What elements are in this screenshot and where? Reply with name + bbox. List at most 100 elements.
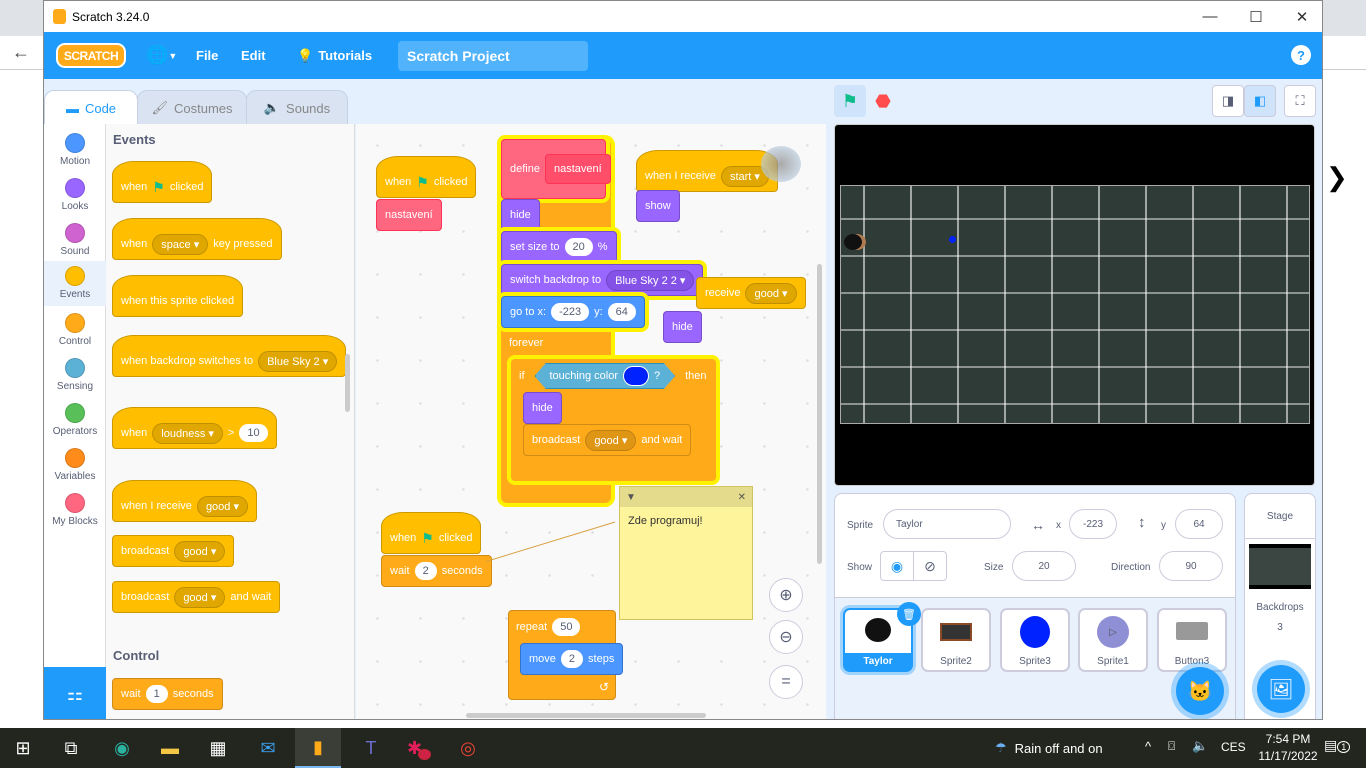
edit-menu[interactable]: Edit [241, 32, 266, 79]
message-dropdown[interactable]: good ▾ [174, 586, 226, 608]
number-input[interactable]: 2 [414, 562, 437, 580]
block-when-backdrop-switches[interactable]: when backdrop switches to Blue Sky 2 ▾ [112, 335, 347, 377]
block-when-i-receive[interactable]: receive good ▾ [696, 277, 806, 309]
category-variables[interactable]: Variables [44, 443, 106, 488]
delete-sprite-button[interactable]: 🗑 [897, 602, 921, 626]
store-icon[interactable]: ▦ [195, 728, 241, 768]
tab-costumes[interactable]: 🖌 Costumes [137, 90, 247, 125]
tab-sounds[interactable]: 🔈 Sounds [246, 90, 348, 125]
add-extension-button[interactable]: ⚏ [44, 667, 106, 719]
maximize-button[interactable]: ☐ [1233, 1, 1279, 32]
tab-code[interactable]: ▬ Code [44, 90, 138, 125]
task-view-icon[interactable]: ⧉ [48, 728, 94, 768]
message-dropdown[interactable]: good ▾ [585, 429, 637, 451]
zoom-in-button[interactable]: ⊕ [769, 578, 803, 612]
sprite-tile-sprite2[interactable]: Sprite2 [921, 608, 991, 672]
stage-canvas[interactable] [834, 124, 1315, 486]
category-motion[interactable]: Motion [44, 128, 106, 173]
block-when-flag-clicked[interactable]: when ⚑ clicked [376, 156, 477, 198]
vertical-scrollbar[interactable] [817, 264, 822, 564]
block-call-nastaveni[interactable]: nastavení [376, 199, 442, 231]
camera-icon[interactable]: ⌼ [1168, 739, 1175, 754]
show-hidden-icons[interactable]: ^ [1145, 739, 1151, 754]
number-input[interactable]: 1 [145, 685, 168, 703]
block-broadcast-and-wait[interactable]: broadcast good ▾ and wait [112, 581, 281, 613]
message-dropdown[interactable]: good ▾ [745, 282, 797, 304]
category-events[interactable]: Events [44, 261, 106, 306]
block-wait[interactable]: wait 2 seconds [381, 555, 492, 587]
edge-icon[interactable]: ◉ [99, 728, 145, 768]
sprite-tile-button3[interactable]: Button3 [1157, 608, 1227, 672]
tutorials-button[interactable]: 💡 Tutorials [297, 32, 372, 79]
block-when-greater-than[interactable]: when loudness ▾ >10 [112, 407, 277, 449]
message-dropdown[interactable]: good ▾ [174, 540, 226, 562]
category-operators[interactable]: Operators [44, 398, 106, 443]
chrome-icon[interactable]: ◎ [445, 728, 491, 768]
direction-input[interactable]: 90 [1159, 551, 1223, 581]
number-input[interactable]: 64 [607, 303, 636, 321]
show-visible-button[interactable]: ◉ [880, 551, 914, 581]
x-input[interactable]: -223 [1069, 509, 1117, 539]
collapse-icon[interactable]: ▼ [626, 492, 636, 503]
color-swatch[interactable] [623, 366, 649, 386]
block-when-key-pressed[interactable]: when space ▾ key pressed [112, 218, 282, 260]
block-set-size[interactable]: set size to 20% [501, 231, 617, 263]
clock[interactable]: 7:54 PM 11/17/2022 [1256, 731, 1320, 765]
weather-widget[interactable]: ☂ Rain off and on [995, 728, 1103, 768]
block-show[interactable]: show [636, 190, 680, 222]
block-when-sprite-clicked[interactable]: when this sprite clicked [112, 275, 244, 317]
backdrop-dropdown[interactable]: Blue Sky 2 2 ▾ [606, 269, 695, 291]
sprite3-dot[interactable] [949, 236, 956, 243]
stage-selector[interactable]: Stage Backdrops 3 🖼 [1244, 493, 1316, 719]
teams-icon[interactable]: T [348, 728, 394, 768]
block-move-steps[interactable]: move 2 steps [520, 643, 624, 675]
taylor-sprite[interactable] [844, 234, 862, 250]
zoom-out-button[interactable]: ⊖ [769, 620, 803, 654]
category-control[interactable]: Control [44, 308, 106, 353]
number-input[interactable]: 2 [560, 650, 584, 668]
sprite-name-input[interactable]: Taylor [883, 509, 1011, 539]
touching-color-block[interactable]: touching color? [534, 363, 676, 389]
number-input[interactable]: 10 [239, 424, 268, 442]
horizontal-scrollbar[interactable] [466, 713, 706, 718]
language-indicator[interactable]: CES [1221, 740, 1246, 754]
back-icon[interactable]: ← [12, 42, 30, 63]
file-menu[interactable]: File [196, 32, 218, 79]
zoom-reset-button[interactable]: = [769, 665, 803, 699]
block-broadcast[interactable]: broadcast good ▾ [112, 535, 235, 567]
green-flag-button[interactable]: ⚑ [834, 85, 866, 117]
number-input[interactable]: 20 [564, 238, 593, 256]
block-when-flag-clicked[interactable]: when ⚑ clicked [381, 512, 482, 554]
help-button[interactable]: ? [1291, 45, 1311, 65]
sprite-tile-sprite3[interactable]: Sprite3 [1000, 608, 1070, 672]
start-button[interactable]: ⊞ [0, 728, 46, 768]
block-when-flag-clicked[interactable]: when ⚑ clicked [112, 161, 213, 203]
block-hide[interactable]: hide [523, 392, 562, 424]
add-sprite-button[interactable]: 🐱 [1176, 667, 1224, 715]
close-icon[interactable]: ✕ [738, 492, 746, 503]
next-arrow-icon[interactable]: ❯ [1326, 162, 1348, 193]
mail-icon[interactable]: ✉ [245, 728, 291, 768]
block-when-i-receive[interactable]: when I receive good ▾ [112, 480, 257, 522]
key-dropdown[interactable]: space ▾ [152, 233, 209, 255]
fullscreen-button[interactable]: ⛶ [1284, 85, 1316, 117]
large-stage-button[interactable]: ◧ [1244, 85, 1276, 117]
add-backdrop-button[interactable]: 🖼 [1257, 665, 1305, 713]
category-sensing[interactable]: Sensing [44, 353, 106, 398]
sensor-dropdown[interactable]: loudness ▾ [152, 422, 223, 444]
block-define-nastaveni[interactable]: define nastavení [501, 139, 611, 199]
block-go-to-xy[interactable]: go to x: -223 y: 64 [501, 296, 645, 328]
category-sound[interactable]: Sound [44, 218, 106, 263]
stop-button[interactable]: ⬣ [867, 85, 899, 117]
minimize-button[interactable]: — [1187, 1, 1233, 32]
size-input[interactable]: 20 [1012, 551, 1076, 581]
comment-text[interactable]: Zde programuj! [620, 507, 752, 535]
backdrop-dropdown[interactable]: Blue Sky 2 ▾ [258, 350, 338, 372]
slack-icon[interactable]: ✱ 18 [396, 728, 442, 768]
block-hide[interactable]: hide [501, 199, 540, 231]
notifications-icon[interactable]: ▤ 1 [1324, 737, 1351, 754]
y-input[interactable]: 64 [1175, 509, 1223, 539]
number-input[interactable]: 50 [552, 618, 581, 636]
block-hide[interactable]: hide [663, 311, 702, 343]
block-switch-backdrop[interactable]: switch backdrop to Blue Sky 2 2 ▾ [501, 264, 704, 296]
